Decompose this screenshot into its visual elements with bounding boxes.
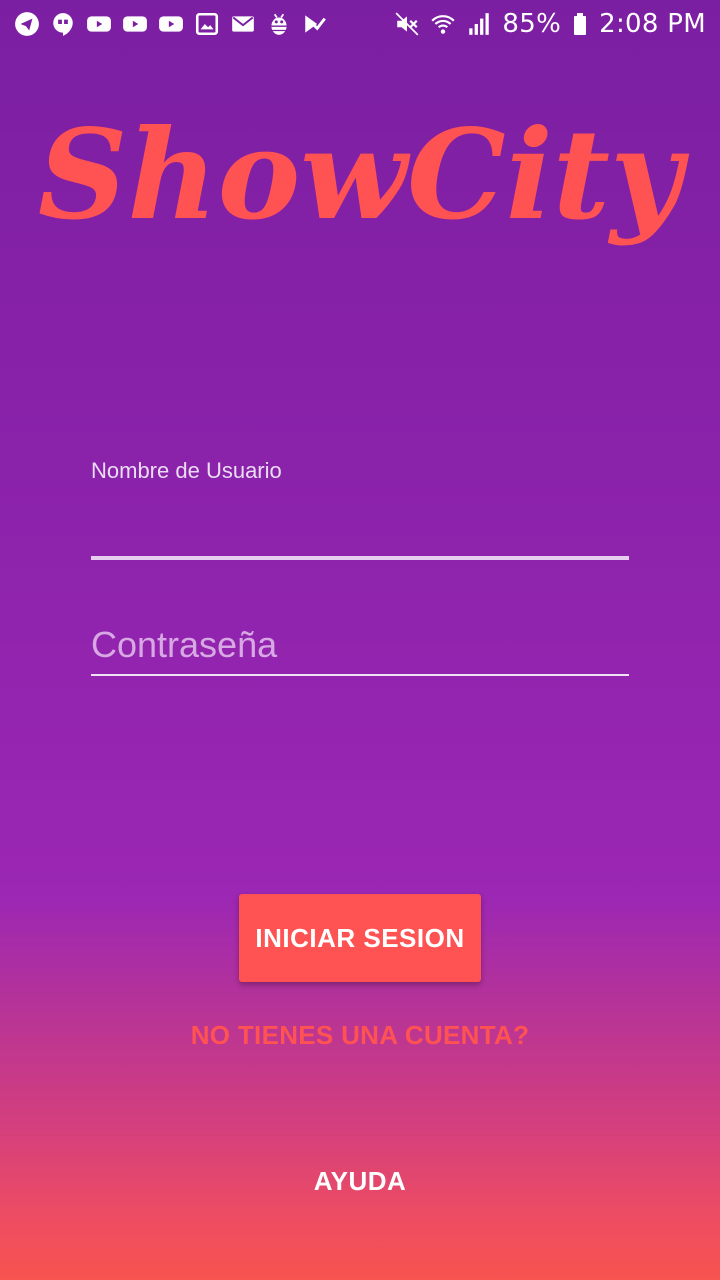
signal-icon bbox=[466, 11, 492, 37]
app-logo: ShowCity bbox=[38, 100, 690, 270]
login-button[interactable]: INICIAR SESION bbox=[239, 894, 481, 982]
mute-icon bbox=[394, 11, 420, 37]
clock: 2:08 PM bbox=[599, 9, 706, 39]
wifi-icon bbox=[430, 11, 456, 37]
notification-icons bbox=[14, 11, 328, 37]
battery-icon bbox=[571, 11, 589, 37]
hangouts-icon bbox=[50, 11, 76, 37]
system-icons: 85% 2:08 PM bbox=[394, 9, 706, 39]
logo-text: ShowCity bbox=[38, 103, 690, 248]
signup-link[interactable]: NO TIENES UNA CUENTA? bbox=[0, 1020, 720, 1056]
youtube-icon bbox=[122, 11, 148, 37]
status-bar: 85% 2:08 PM bbox=[0, 0, 720, 48]
help-link[interactable]: AYUDA bbox=[0, 1166, 720, 1202]
checklist-icon bbox=[302, 11, 328, 37]
username-underline bbox=[91, 556, 629, 560]
gallery-icon bbox=[194, 11, 220, 37]
youtube-icon bbox=[158, 11, 184, 37]
username-field[interactable] bbox=[91, 500, 629, 550]
android-debug-icon bbox=[266, 11, 292, 37]
email-icon bbox=[230, 11, 256, 37]
username-label: Nombre de Usuario bbox=[91, 458, 282, 483]
telegram-icon bbox=[14, 11, 40, 37]
battery-percent: 85% bbox=[502, 9, 562, 39]
password-field[interactable] bbox=[91, 620, 629, 670]
youtube-icon bbox=[86, 11, 112, 37]
password-underline bbox=[91, 674, 629, 676]
